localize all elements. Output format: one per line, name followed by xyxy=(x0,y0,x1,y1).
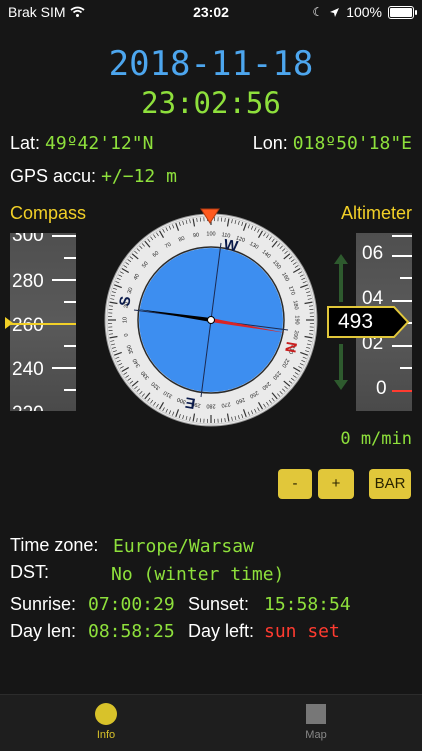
square-icon xyxy=(306,704,326,724)
daylength-value: 08:58:25 xyxy=(88,621,175,642)
bezel-degree-label: 100 xyxy=(206,231,215,237)
longitude-value: 018º50'18"E xyxy=(293,133,412,154)
latitude-label: Lat: xyxy=(10,133,40,153)
date-display: 2018-11-18 xyxy=(0,44,422,84)
gps-accuracy-label: GPS accu: xyxy=(10,166,96,186)
timezone-value: Europe/Warsaw xyxy=(113,536,254,557)
vertical-speed: 0 m/min xyxy=(340,429,412,449)
bezel-degree-label: 90 xyxy=(193,232,200,239)
tape-label: 220 xyxy=(12,403,44,411)
tab-info-label: Info xyxy=(76,729,136,741)
dst-label: DST: xyxy=(10,562,49,583)
compass-title: Compass xyxy=(10,203,86,224)
gps-accuracy-row: GPS accu: +/−12 m xyxy=(10,166,177,187)
tab-bar: Info Map xyxy=(0,694,422,751)
altitude-plus-button[interactable]: + xyxy=(318,469,354,499)
alt-tape-label: 06 xyxy=(362,243,383,265)
battery-percent: 100% xyxy=(346,4,382,20)
bezel-degree-label: 280 xyxy=(206,403,215,409)
tape-label: 240 xyxy=(12,359,44,381)
status-bar: Brak SIM 23:02 ☾ 100% xyxy=(0,0,422,24)
heading-indicator-icon xyxy=(200,208,220,224)
arrow-down-icon xyxy=(334,344,348,390)
heading-marker-icon xyxy=(5,317,13,329)
tape-label: 300 xyxy=(12,233,44,247)
tab-info[interactable]: Info xyxy=(76,701,136,741)
latitude-row: Lat: 49º42'12"N xyxy=(10,133,153,154)
moon-icon: ☾ xyxy=(312,5,323,19)
altitude-minus-button[interactable]: - xyxy=(278,469,312,499)
sunrise-label: Sunrise: xyxy=(10,594,76,615)
status-right: ☾ 100% xyxy=(312,4,414,20)
bezel-degree-label: 10 xyxy=(122,317,128,323)
dst-value: No (winter time) xyxy=(111,564,284,585)
bezel-degree-label: 190 xyxy=(294,315,300,324)
altitude-readout: 493 xyxy=(326,305,410,339)
circle-icon xyxy=(95,703,117,725)
tab-map[interactable]: Map xyxy=(286,701,346,741)
dayleft-value: sun set xyxy=(264,621,340,642)
tab-map-label: Map xyxy=(286,729,346,741)
alt-tape-label-zero: 0 xyxy=(376,378,387,400)
altitude-value: 493 xyxy=(338,310,373,334)
sunset-value: 15:58:54 xyxy=(264,594,351,615)
tape-label: 260 xyxy=(12,315,44,337)
arrow-up-icon xyxy=(334,254,348,302)
compass-rose[interactable]: 0102030405060708090100110120130140150160… xyxy=(104,213,318,427)
tape-label: 280 xyxy=(12,271,44,293)
latitude-value: 49º42'12"N xyxy=(45,133,153,154)
altimeter-title: Altimeter xyxy=(341,203,412,224)
sunset-label: Sunset: xyxy=(188,594,249,615)
dayleft-label: Day left: xyxy=(188,621,254,642)
gps-accuracy-value: +/−12 m xyxy=(101,166,177,187)
barometer-button[interactable]: BAR xyxy=(369,469,411,499)
longitude-label: Lon: xyxy=(253,133,288,153)
time-display: 23:02:56 xyxy=(0,86,422,120)
battery-icon xyxy=(388,6,414,19)
location-arrow-icon xyxy=(329,7,340,18)
sunrise-value: 07:00:29 xyxy=(88,594,175,615)
longitude-row: Lon: 018º50'18"E xyxy=(253,133,412,154)
compass-heading-tape[interactable]: 300 280 260 240 220 xyxy=(10,233,76,411)
daylength-label: Day len: xyxy=(10,621,76,642)
timezone-label: Time zone: xyxy=(10,535,98,556)
